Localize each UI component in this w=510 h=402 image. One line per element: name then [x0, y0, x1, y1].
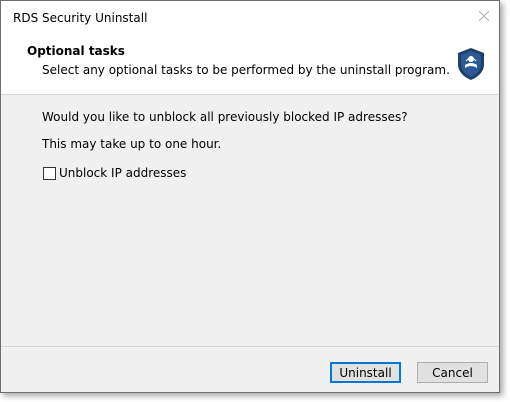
unblock-ip-option[interactable]: Unblock IP addresses — [43, 166, 186, 180]
page-title: Optional tasks — [27, 44, 125, 58]
unblock-question: Would you like to unblock all previously… — [42, 110, 408, 124]
uninstall-dialog: RDS Security Uninstall Optional tasks Se… — [0, 0, 500, 393]
wizard-header: Optional tasks Select any optional tasks… — [1, 37, 499, 95]
close-icon — [479, 11, 489, 21]
title-bar: RDS Security Uninstall — [1, 1, 499, 37]
unblock-ip-checkbox[interactable] — [43, 166, 56, 180]
unblock-ip-label: Unblock IP addresses — [59, 166, 187, 180]
close-button[interactable] — [469, 1, 499, 31]
footer-divider — [1, 346, 499, 347]
duration-note: This may take up to one hour. — [42, 137, 222, 151]
window-title: RDS Security Uninstall — [13, 11, 148, 25]
uninstall-button[interactable]: Uninstall — [330, 362, 401, 383]
shield-logo-icon — [458, 48, 484, 80]
cancel-button[interactable]: Cancel — [417, 362, 488, 383]
page-subtitle: Select any optional tasks to be performe… — [42, 63, 450, 77]
